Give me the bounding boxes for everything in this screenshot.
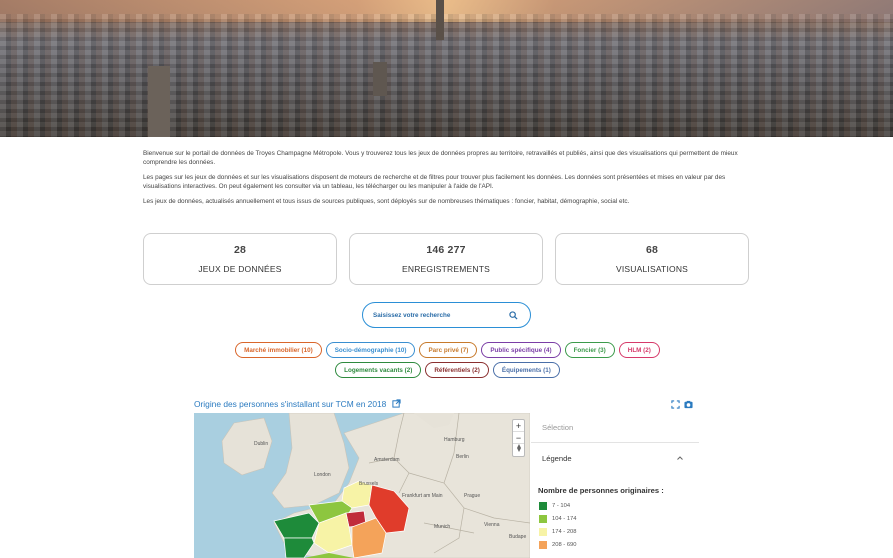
legend-swatch [539,501,547,510]
tag-socio-demographie[interactable]: Socio-démographie (10) [325,342,416,358]
cathedral-spire [436,0,444,40]
map-side-panel: Sélection Légende Nombre de personnes or… [531,413,699,558]
legend-item: 7 - 104 [539,499,699,512]
hero-banner [0,0,893,137]
legend-item-label: 104 - 174 [552,515,577,522]
city-label: Vienna [484,522,500,528]
church-tower [148,66,170,137]
stat-card-records[interactable]: 146 277 ENREGISTREMENTS [349,233,543,285]
theme-tags: Marché immobilier (10) Socio-démographie… [190,342,705,382]
city-label: London [314,472,331,478]
intro-text: Bienvenue sur le portail de données de T… [143,149,753,212]
legend-item: 208 - 690 [539,538,699,551]
camera-icon[interactable] [684,400,693,409]
map-title: Origine des personnes s'installant sur T… [194,399,387,409]
legend-item: 104 - 174 [539,512,699,525]
stat-value: 146 277 [426,244,466,256]
city-label: Munich [434,524,450,530]
legend-item-label: 174 - 208 [552,528,577,535]
map-toolbar [671,400,693,409]
intro-paragraph: Les pages sur les jeux de données et sur… [143,174,726,190]
zoom-in-button[interactable]: + [513,420,524,432]
selection-header[interactable]: Sélection [531,413,699,443]
church-tower [373,62,387,96]
stat-label: VISUALISATIONS [615,264,689,274]
legend-swatch [539,540,547,549]
choropleth-map[interactable]: Dublin London Hamburg Berlin Amsterdam B… [194,413,530,558]
fullscreen-icon[interactable] [671,400,680,409]
legend-list: 7 - 104 104 - 174 174 - 208 208 - 690 [531,496,699,551]
legend-swatch [539,527,547,536]
zoom-out-button[interactable]: − [513,432,524,444]
legend-header-label: Légende [542,454,572,463]
search-box [362,302,531,328]
tag-logements-vacants[interactable]: Logements vacants (2) [335,362,422,378]
stat-label: ENREGISTREMENTS [401,264,490,274]
stat-value: 28 [233,244,247,256]
legend-title: Nombre de personnes originaires : [538,486,664,495]
stats-row: 28 JEUX DE DONNÉES 146 277 ENREGISTREMEN… [143,233,749,285]
chevron-up-icon [677,456,683,460]
city-label: Budape [509,534,526,540]
intro-paragraph: Bienvenue sur le portail de données de T… [143,150,738,166]
stat-value: 68 [645,244,659,256]
city-label: Amsterdam [374,457,400,463]
compass-icon [516,444,521,452]
city-label: Berlin [456,454,469,460]
map-canvas[interactable]: Dublin London Hamburg Berlin Amsterdam B… [194,413,530,558]
city-label: Frankfurt am Main [402,493,443,499]
map-title-link[interactable]: Origine des personnes s'installant sur T… [194,399,401,409]
legend-item-label: 7 - 104 [552,502,571,509]
city-label: Dublin [254,441,268,447]
compass-button[interactable] [513,444,524,456]
search-icon[interactable] [509,311,518,320]
map-zoom-control: + − [512,419,525,457]
city-label: Brussels [359,481,379,487]
tag-parc-prive[interactable]: Parc privé (7) [419,342,478,358]
tag-public-specifique[interactable]: Public spécifique (4) [481,342,561,358]
tag-equipements[interactable]: Équipements (1) [492,362,560,378]
tag-referentiels[interactable]: Référentiels (2) [425,362,489,378]
tag-marche-immobilier[interactable]: Marché immobilier (10) [235,342,322,358]
search-input[interactable] [373,311,503,319]
city-label: Prague [464,493,480,499]
legend-item: 174 - 208 [539,525,699,538]
stat-label: JEUX DE DONNÉES [198,264,282,274]
tag-foncier[interactable]: Foncier (3) [564,342,615,358]
legend-item-label: 208 - 690 [552,541,577,548]
external-link-icon [392,399,401,408]
hero-city-photo [0,14,893,137]
land-great-britain [271,413,350,509]
stat-card-visualisations[interactable]: 68 VISUALISATIONS [555,233,749,285]
stat-card-datasets[interactable]: 28 JEUX DE DONNÉES [143,233,337,285]
intro-paragraph: Les jeux de données, actualisés annuelle… [143,198,630,205]
city-label: Hamburg [444,437,465,443]
legend-swatch [539,514,547,523]
legend-header[interactable]: Légende [531,443,699,475]
tag-hlm[interactable]: HLM (2) [618,342,660,358]
